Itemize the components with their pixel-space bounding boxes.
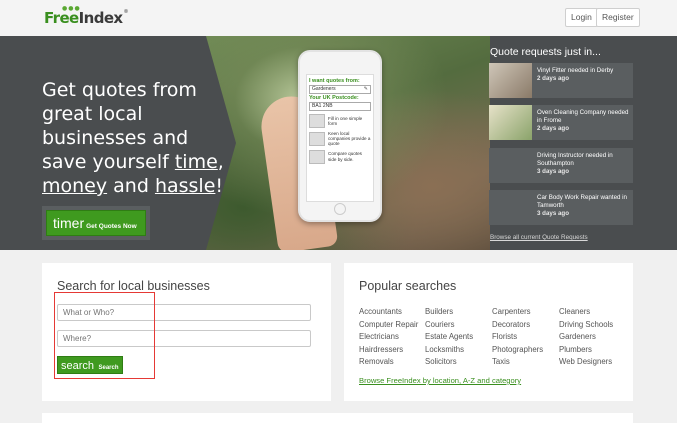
popular-column: Cleaners Driving Schools Gardeners Plumb… (559, 306, 613, 369)
hero-headline: Get quotes from great local businesses a… (42, 79, 224, 197)
popular-link[interactable]: Computer Repair (359, 319, 418, 332)
company-icon (309, 131, 325, 146)
what-input[interactable] (57, 304, 311, 321)
browse-quote-requests-link[interactable]: Browse all current Quote Requests (490, 234, 588, 241)
popular-link[interactable]: Removals (359, 356, 418, 369)
quote-thumbnail (489, 63, 532, 98)
popular-link[interactable]: Driving Schools (559, 319, 613, 332)
hero-banner: I want quotes from: Gardeners ✎ Your UK P… (0, 36, 677, 250)
quote-request-item[interactable]: Driving Instructor needed in Southampton… (489, 148, 633, 183)
quote-request-item[interactable]: Vinyl Fitter needed in Derby 2 days ago (489, 63, 633, 98)
popular-link[interactable]: Locksmiths (425, 344, 473, 357)
search-card-title: Search for local businesses (57, 279, 210, 293)
form-icon (309, 114, 325, 128)
popular-link[interactable]: Web Designers (559, 356, 613, 369)
popular-link[interactable]: Electricians (359, 331, 418, 344)
popular-link[interactable]: Estate Agents (425, 331, 473, 344)
popular-link[interactable]: Photographers (492, 344, 543, 357)
phone-screen: I want quotes from: Gardeners ✎ Your UK P… (306, 74, 374, 202)
quote-request-item[interactable]: Car Body Work Repair wanted in Tamworth 3… (489, 190, 633, 225)
logo-dots-icon: ●●● (62, 5, 81, 12)
popular-link[interactable]: Florists (492, 331, 543, 344)
popular-link[interactable]: Solicitors (425, 356, 473, 369)
phone-step: Fill in one simple form (309, 114, 371, 128)
popular-link[interactable]: Decorators (492, 319, 543, 332)
quote-requests-title: Quote requests just in... (490, 46, 601, 58)
phone-mockup: I want quotes from: Gardeners ✎ Your UK P… (298, 50, 382, 222)
popular-column: Carpenters Decorators Florists Photograp… (492, 306, 543, 369)
top-bar: ●●● FreeIndex® Login Register (0, 0, 677, 36)
popular-link[interactable]: Plumbers (559, 344, 613, 357)
popular-link[interactable]: Cleaners (559, 306, 613, 319)
register-button[interactable]: Register (596, 8, 640, 27)
login-button[interactable]: Login (565, 8, 598, 27)
browse-freeindex-link[interactable]: Browse FreeIndex by location, A-Z and ca… (359, 376, 521, 385)
quote-thumbnail (489, 148, 532, 183)
where-input[interactable] (57, 330, 311, 347)
phone-service-field: Gardeners ✎ (309, 85, 371, 94)
popular-link[interactable]: Builders (425, 306, 473, 319)
phone-step: Keen local companies provide a quote (309, 131, 371, 147)
next-card (42, 413, 633, 423)
quote-thumbnail (489, 105, 532, 140)
popular-link[interactable]: Taxis (492, 356, 543, 369)
quote-request-item[interactable]: Oven Cleaning Company needed in Frome 2 d… (489, 105, 633, 140)
popular-card-title: Popular searches (359, 279, 457, 293)
search-button[interactable]: search Search (57, 356, 123, 374)
popular-column: Accountants Computer Repair Electricians… (359, 306, 418, 369)
popular-link[interactable]: Carpenters (492, 306, 543, 319)
popular-link[interactable]: Couriers (425, 319, 473, 332)
freeindex-logo[interactable]: ●●● FreeIndex® (44, 5, 129, 27)
trademark-icon: ® (123, 9, 129, 15)
compare-icon (309, 149, 325, 164)
pencil-icon: ✎ (363, 86, 368, 92)
popular-column: Builders Couriers Estate Agents Locksmit… (425, 306, 473, 369)
quote-thumbnail (489, 190, 532, 225)
phone-home-button (334, 203, 346, 215)
popular-link[interactable]: Accountants (359, 306, 418, 319)
get-quotes-button[interactable]: timer Get Quotes Now (46, 210, 146, 236)
phone-postcode-field: BA1 2NB (309, 102, 371, 111)
phone-step: Compare quotes side by side. (309, 149, 371, 164)
popular-link[interactable]: Hairdressers (359, 344, 418, 357)
popular-link[interactable]: Gardeners (559, 331, 613, 344)
cta-wrapper: timer Get Quotes Now (42, 206, 150, 240)
